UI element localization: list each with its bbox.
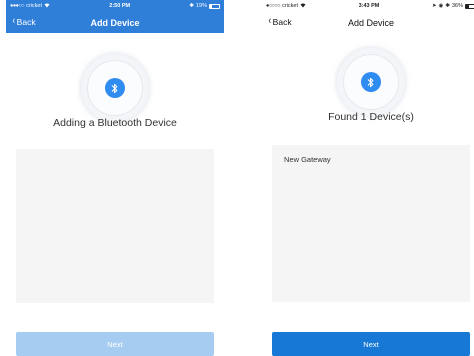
list-item[interactable]: New Gateway [272,145,470,174]
bluetooth-icon [361,72,381,92]
battery-icon [464,3,474,9]
chevron-left-icon: ‹ [12,15,16,27]
status-bar: ●○○○○ cricket 3:43 PM ➤ ◉ ✱ 36% [262,0,474,12]
bluetooth-status-icon: ✱ [445,3,450,9]
scan-status-text: Found 1 Device(s) [328,111,414,123]
left-phone-screen: ●●●○○ cricket 2:50 PM ✱ 19% ‹ Back Add D… [6,0,224,356]
back-button[interactable]: ‹ Back [12,16,36,27]
back-button[interactable]: ‹ Back [268,16,292,27]
battery-percent: 36% [451,3,463,9]
back-label: Back [272,16,292,27]
battery-level [465,4,470,8]
wifi-icon [300,3,306,10]
bluetooth-status-icon: ✱ [189,3,194,9]
battery-percent: 19% [195,3,207,9]
bluetooth-indicator [337,48,405,116]
signal-dots-icon: ●○○○○ [266,3,281,9]
alarm-icon: ◉ [438,3,444,9]
carrier-label: cricket [26,3,43,9]
bluetooth-icon [105,78,125,98]
device-name: New Gateway [284,155,331,164]
carrier-label: cricket [282,3,299,9]
signal-dots-icon: ●●●○○ [10,3,25,9]
status-time: 3:43 PM [358,3,380,9]
battery-icon [209,3,220,9]
device-list: New Gateway [272,145,470,302]
page-title: Add Device [347,17,395,28]
nav-bar: ‹ Back Add Device [262,12,474,33]
next-button[interactable]: Next [272,332,470,356]
next-button-label: Next [107,339,123,349]
battery-level [210,4,212,8]
device-list [16,149,214,303]
right-phone-screen: ●○○○○ cricket 3:43 PM ➤ ◉ ✱ 36% ‹ Back A… [262,0,474,356]
scan-status-text: Adding a Bluetooth Device [53,117,177,129]
location-arrow-icon: ➤ [431,3,437,9]
bluetooth-indicator [81,54,149,122]
next-button[interactable]: Next [16,332,214,356]
status-time: 2:50 PM [109,3,131,9]
page-title: Add Device [90,17,140,28]
wifi-icon [44,3,50,10]
chevron-left-icon: ‹ [268,15,272,27]
back-label: Back [16,16,36,27]
next-button-label: Next [363,339,379,349]
nav-bar: ‹ Back Add Device [6,12,224,33]
status-bar: ●●●○○ cricket 2:50 PM ✱ 19% [6,0,224,12]
